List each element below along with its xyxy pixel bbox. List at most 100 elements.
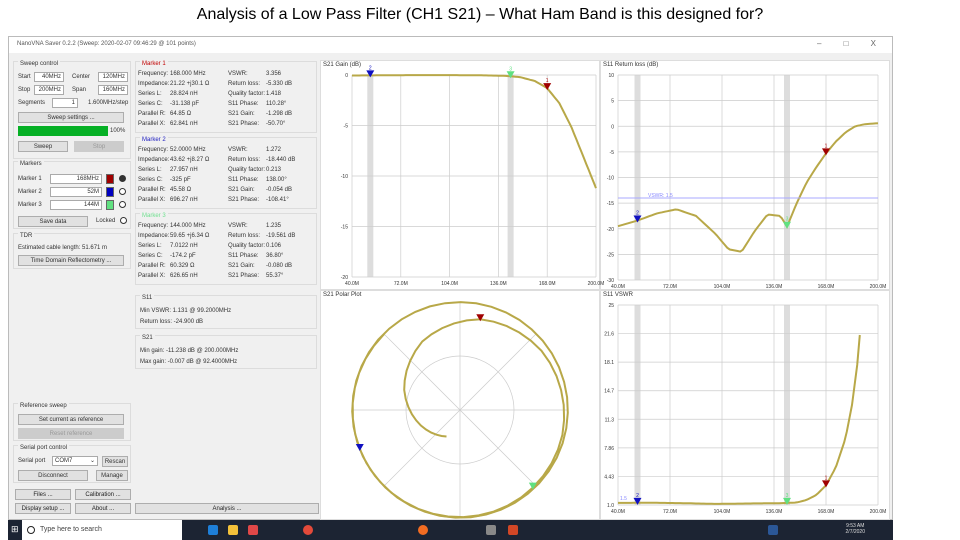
detail-value: -50.70° (266, 121, 286, 127)
detail-label: Parallel X: (138, 273, 166, 279)
detail-label: Impedance: (138, 81, 170, 87)
files-button[interactable]: Files ... (15, 489, 71, 500)
detail-label: Quality factor: (228, 243, 266, 249)
detail-value: -174.2 pF (170, 253, 196, 259)
detail-value: -31.138 pF (170, 101, 200, 107)
edge-icon[interactable] (208, 525, 218, 535)
search-placeholder: Type here to search (40, 526, 102, 533)
span-input[interactable]: 160MHz (98, 85, 128, 95)
return-loss-chart[interactable]: S11 Return loss (dB) (600, 60, 890, 290)
analysis-button[interactable]: Analysis ... (135, 503, 319, 514)
segments-label: Segments (18, 100, 46, 106)
marker-frequency-input[interactable]: 168MHz (50, 174, 102, 184)
detail-value: 55.37° (266, 273, 284, 279)
detail-label: VSWR: (228, 223, 248, 229)
group-title: S21 (140, 335, 155, 341)
cable-length: Estimated cable length: 51.671 m (18, 245, 108, 251)
nanovna-saver-icon[interactable] (486, 525, 496, 535)
windows-start-icon[interactable]: ⊞ (11, 525, 20, 534)
marker-select-radio[interactable] (119, 188, 126, 195)
detail-value: 28.824 nH (170, 91, 198, 97)
window-controls[interactable]: – □ X (817, 39, 886, 48)
detail-value: 59.65 +j6.34 Ω (170, 233, 210, 239)
save-data-button[interactable]: Save data (18, 216, 88, 227)
taskbar-search[interactable]: Type here to search (22, 520, 182, 540)
detail-label: Series C: (138, 253, 163, 259)
marker-color-button[interactable] (106, 187, 114, 197)
detail-value: 62.841 nH (170, 121, 198, 127)
file-explorer-icon[interactable] (228, 525, 238, 535)
locked-radio[interactable] (120, 217, 127, 224)
span-label: Span (72, 87, 87, 93)
tdr-button[interactable]: Time Domain Reflectometry ... (18, 255, 124, 266)
serial-port-select[interactable]: COM7 ⌄ (52, 456, 98, 466)
segments-input[interactable]: 1 (52, 98, 78, 108)
serial-group: Serial port control Serial port COM7 ⌄ Re… (13, 445, 131, 483)
start-input[interactable]: 40MHz (34, 72, 64, 82)
detail-value: 138.00° (266, 177, 287, 183)
marker-label: Marker 1 (18, 176, 42, 182)
polar-chart[interactable]: S21 Polar Plot (320, 290, 600, 520)
detail-value: 27.957 nH (170, 167, 198, 173)
detail-value: 1.418 (266, 91, 282, 97)
group-title: Sweep control (18, 61, 61, 67)
set-reference-button[interactable]: Set current as reference (18, 414, 124, 425)
marker-frequency-input[interactable]: 52M (50, 187, 102, 197)
firefox-icon[interactable] (418, 525, 428, 535)
s11-summary: S11 Min VSWR: 1.131 @ 99.2000MHz Return … (135, 295, 317, 329)
window-title: NanoVNA Saver 0.2.2 (Sweep: 2020-02-07 0… (17, 41, 196, 47)
taskbar: ⊞ Type here to search 9:53 AM 2/7/2020 (8, 520, 893, 540)
calibration-button[interactable]: Calibration ... (75, 489, 131, 500)
detail-value: 52.0000 MHz (170, 147, 206, 153)
rescan-button[interactable]: Rescan (102, 456, 128, 467)
markers-group: Markers Marker 1 168MHz Marker 2 52M Mar… (13, 161, 131, 229)
stop-input[interactable]: 200MHz (34, 85, 64, 95)
group-title: Marker 3 (140, 213, 168, 219)
detail-value: -1.298 dB (266, 111, 293, 117)
window-title-bar: NanoVNA Saver 0.2.2 (Sweep: 2020-02-07 0… (9, 37, 892, 53)
progress-text: 100% (110, 128, 126, 134)
chart-title: S11 Return loss (dB) (603, 62, 659, 68)
detail-label: Parallel R: (138, 187, 166, 193)
detail-label: VSWR: (228, 147, 248, 153)
max-gain: Max gain: -0.007 dB @ 92.4000MHz (140, 359, 238, 365)
center-input[interactable]: 120MHz (98, 72, 128, 82)
store-icon[interactable] (248, 525, 258, 535)
marker-color-button[interactable] (106, 200, 114, 210)
detail-value: 36.80° (266, 253, 284, 259)
powerpoint-icon[interactable] (508, 525, 518, 535)
marker-select-radio[interactable] (119, 175, 126, 182)
sweep-button[interactable]: Sweep (18, 141, 68, 152)
word-icon[interactable] (768, 525, 778, 535)
detail-label: Return loss: (228, 157, 261, 163)
chevron-down-icon: ⌄ (89, 458, 95, 464)
detail-value: 626.65 nH (170, 273, 198, 279)
detail-label: VSWR: (228, 71, 248, 77)
detail-label: S11 Phase: (228, 101, 259, 107)
s21-summary: S21 Min gain: -11.238 dB @ 200.000MHz Ma… (135, 335, 317, 369)
stop-button[interactable]: Stop (74, 141, 124, 152)
manage-button[interactable]: Manage (96, 470, 128, 481)
marker-label: Marker 2 (18, 189, 42, 195)
chrome-icon[interactable] (303, 525, 313, 535)
step-label: 1.600MHz/step (88, 100, 129, 106)
sweep-settings-button[interactable]: Sweep settings ... (18, 112, 124, 123)
marker-select-radio[interactable] (119, 201, 126, 208)
vswr-chart[interactable]: S11 VSWR (600, 290, 890, 520)
tdr-group: TDR Estimated cable length: 51.671 m Tim… (13, 233, 131, 269)
progress-fill (18, 126, 108, 136)
group-title: Marker 2 (140, 137, 168, 143)
detail-value: 3.356 (266, 71, 282, 77)
reset-reference-button[interactable]: Reset reference (18, 428, 124, 439)
detail-value: 0.213 (266, 167, 282, 173)
about-button[interactable]: About ... (75, 503, 131, 514)
disconnect-button[interactable]: Disconnect (18, 470, 88, 481)
detail-value: 64.85 Ω (170, 111, 192, 117)
marker-color-button[interactable] (106, 174, 114, 184)
clock[interactable]: 9:53 AM 2/7/2020 (846, 523, 865, 535)
detail-label: S21 Gain: (228, 263, 255, 269)
detail-label: S21 Phase: (228, 197, 260, 203)
marker-frequency-input[interactable]: 144M (50, 200, 102, 210)
display-setup-button[interactable]: Display setup ... (15, 503, 71, 514)
s21-gain-chart[interactable]: S21 Gain (dB) (320, 60, 600, 290)
